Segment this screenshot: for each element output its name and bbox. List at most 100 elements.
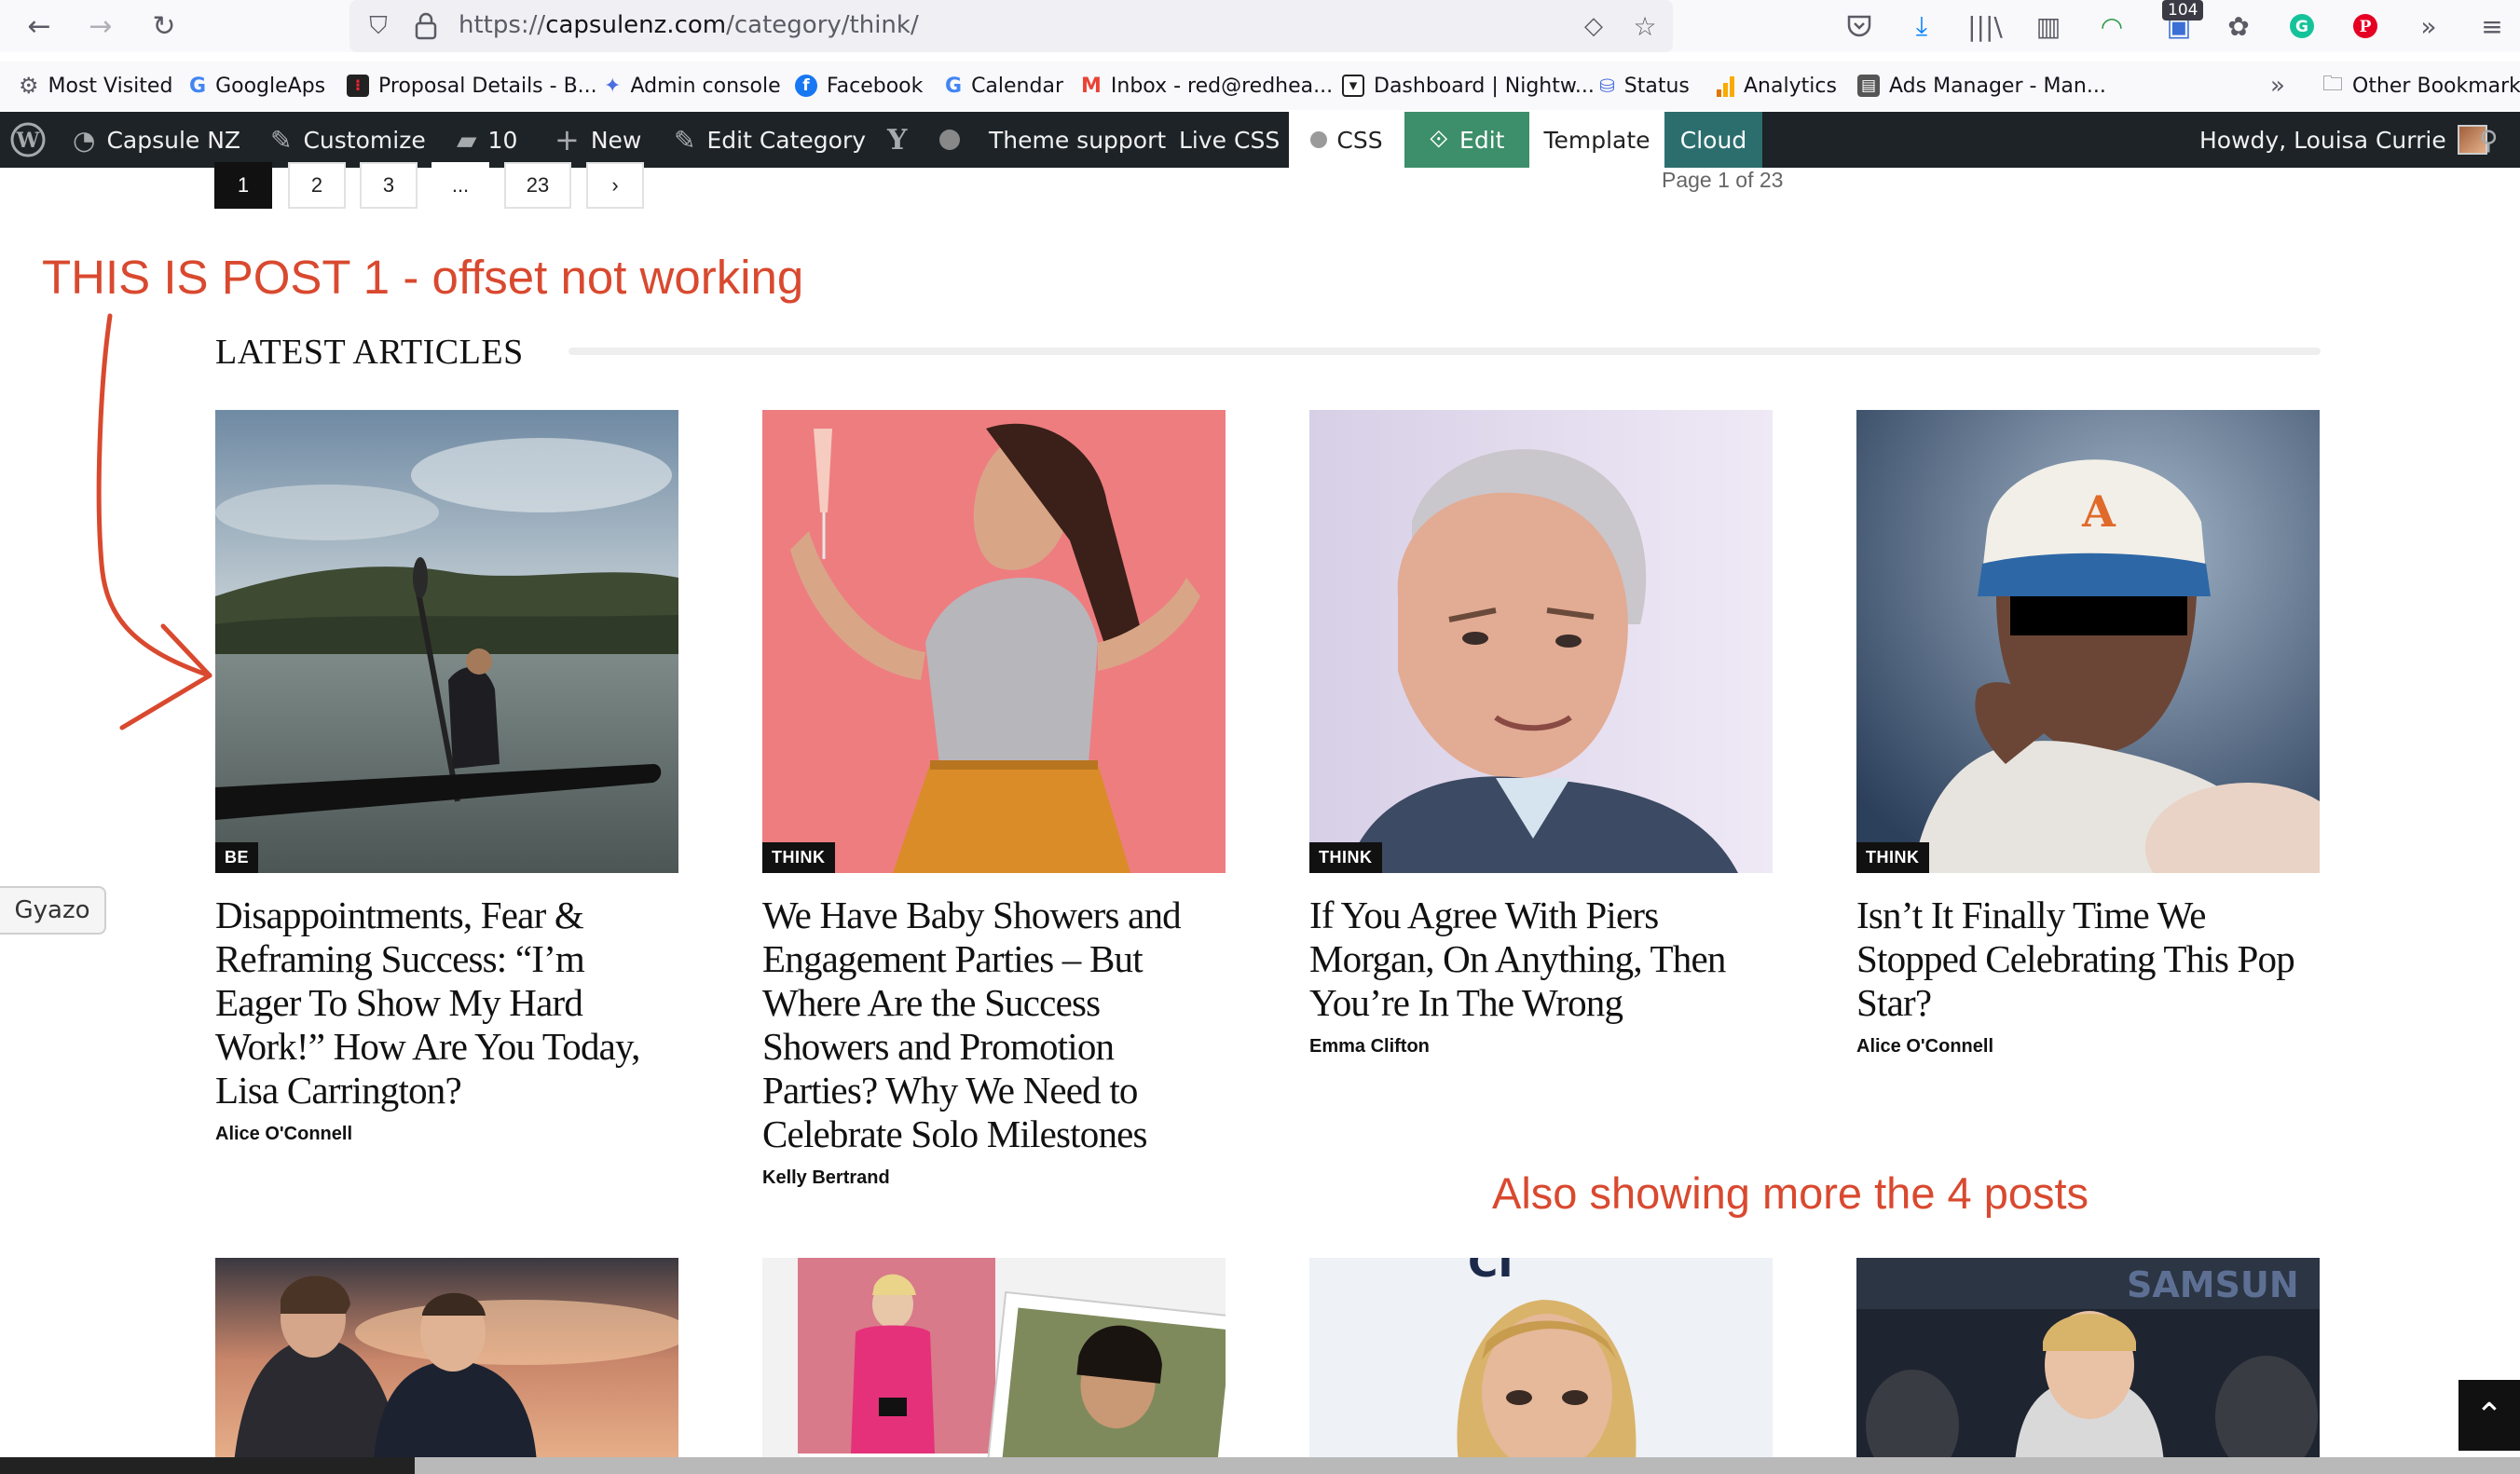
menu-icon[interactable]: ≡ xyxy=(2473,7,2511,45)
bookmark-other[interactable]: 🗀 Other Bookmarks xyxy=(2322,71,2520,101)
theme-support-link[interactable]: Theme support xyxy=(989,112,1166,168)
article-author[interactable]: Alice O'Connell xyxy=(215,1124,678,1145)
article-image-cap-man[interactable]: A THINK xyxy=(1856,410,2320,873)
sidebar-icon[interactable]: ▥ xyxy=(2030,7,2067,45)
url-host: capsulenz.com xyxy=(545,11,727,39)
pocket-icon[interactable] xyxy=(1841,7,1878,45)
my-account-menu[interactable]: Howdy, Louisa Currie xyxy=(2199,112,2487,168)
reload-icon[interactable]: ↻ xyxy=(145,7,183,45)
article-author[interactable]: Emma Clifton xyxy=(1309,1036,1773,1058)
pinterest-icon[interactable]: P xyxy=(2347,7,2384,45)
article-title[interactable]: Disappointments, Fear & Reframing Succes… xyxy=(215,894,678,1112)
category-badge[interactable]: THINK xyxy=(1309,842,1382,873)
bookmark-star-icon[interactable]: ☆ xyxy=(1626,7,1664,45)
gmail-icon: M xyxy=(1081,74,1102,98)
page-ellipsis: ... xyxy=(431,162,489,209)
article-title[interactable]: We Have Baby Showers and Engagement Part… xyxy=(762,894,1226,1156)
seo-status[interactable] xyxy=(939,112,960,168)
download-icon[interactable]: ⤓ xyxy=(1903,7,1940,45)
bookmark-label: GoogleAps xyxy=(215,74,326,98)
article-image-portrait-man[interactable]: THINK xyxy=(1309,410,1773,873)
edit-category-link[interactable]: ✎ Edit Category xyxy=(674,112,866,168)
page-link-1[interactable]: 1 xyxy=(214,162,272,209)
svg-text:W: W xyxy=(16,129,40,153)
article-image-blonde[interactable]: CI xyxy=(1309,1258,1773,1463)
admin-icon: ✦ xyxy=(604,74,622,98)
bookmark-inbox[interactable]: M Inbox - red@redhea... xyxy=(1081,71,1333,101)
article-image-kayak[interactable]: BE xyxy=(215,410,678,873)
overflow-icon[interactable]: » xyxy=(2410,7,2447,45)
yoast-menu[interactable]: Y xyxy=(887,112,907,168)
back-icon[interactable]: ← xyxy=(21,7,58,45)
article-card[interactable]: THINK If You Agree With Piers Morgan, On… xyxy=(1309,410,1773,1058)
category-badge[interactable]: THINK xyxy=(1856,842,1929,873)
translate-icon[interactable]: ✿ xyxy=(2220,7,2257,45)
bookmark-facebook[interactable]: f Facebook xyxy=(795,71,923,101)
bookmark-label: Status xyxy=(1623,74,1690,98)
section-title: LATEST ARTICLES xyxy=(215,333,524,372)
comments-link[interactable]: ▰ 10 xyxy=(457,112,517,168)
library-icon[interactable]: |||\ xyxy=(1966,7,2004,45)
bookmarks-bar: ⚙ Most Visited G GoogleAps ⁝ Proposal De… xyxy=(0,61,2520,110)
category-badge[interactable]: BE xyxy=(215,842,259,873)
gyazo-tab[interactable]: Gyazo xyxy=(0,886,106,935)
page-link-2[interactable]: 2 xyxy=(288,162,346,209)
bookmark-googleaps[interactable]: G GoogleAps xyxy=(189,71,325,101)
article-image-actors[interactable] xyxy=(215,1258,678,1463)
bookmark-dashboard[interactable]: ▾ Dashboard | Nightw... xyxy=(1342,71,1595,101)
horizontal-scrollbar[interactable] xyxy=(0,1457,2520,1474)
annotation-arrow xyxy=(96,313,212,730)
proposal-icon: ⁝ xyxy=(347,75,369,97)
dashboard-gauge-icon: ◔ xyxy=(73,124,96,156)
category-badge[interactable]: THINK xyxy=(762,842,835,873)
bookmark-admin-console[interactable]: ✦ Admin console xyxy=(604,71,781,101)
bookmark-calendar[interactable]: G Calendar xyxy=(945,71,1063,101)
article-card[interactable]: BE Disappointments, Fear & Reframing Suc… xyxy=(215,410,678,1145)
article-title[interactable]: If You Agree With Piers Morgan, On Anyth… xyxy=(1309,894,1773,1025)
article-image-sports[interactable]: SAMSUN xyxy=(1856,1258,2320,1463)
page-action-icon[interactable]: ◇ xyxy=(1575,7,1612,45)
article-card[interactable]: THINK We Have Baby Showers and Engagemen… xyxy=(762,410,1226,1189)
article-image-celebration[interactable]: THINK xyxy=(762,410,1226,873)
google-icon: G xyxy=(945,74,963,98)
url-text[interactable]: https://capsulenz.com/category/think/ xyxy=(459,11,919,39)
bookmark-analytics[interactable]: Analytics xyxy=(1717,71,1837,101)
site-name-menu[interactable]: ◔ Capsule NZ xyxy=(73,112,240,168)
bookmarks-overflow[interactable]: » xyxy=(2270,71,2285,101)
edit-diamond-icon: ⟐ xyxy=(1429,125,1449,154)
article-image-collage[interactable] xyxy=(762,1258,1226,1463)
search-toggle[interactable]: ⚲ xyxy=(2479,112,2499,168)
wp-logo[interactable]: W xyxy=(9,112,47,168)
page-link-3[interactable]: 3 xyxy=(360,162,418,209)
customize-link[interactable]: ✎ Customize xyxy=(270,112,426,168)
bookmark-proposal[interactable]: ⁝ Proposal Details - B... xyxy=(347,71,597,101)
bookmark-ads-manager[interactable]: ▤ Ads Manager - Man... xyxy=(1857,71,2106,101)
page-link-23[interactable]: 23 xyxy=(504,162,571,209)
article-author[interactable]: Alice O'Connell xyxy=(1856,1036,2320,1058)
edit-tab[interactable]: ⟐ Edit xyxy=(1404,112,1529,168)
url-prefix: https:// xyxy=(459,11,546,39)
forward-icon[interactable]: → xyxy=(82,7,119,45)
new-content-menu[interactable]: + New xyxy=(555,112,641,168)
bookmark-most-visited[interactable]: ⚙ Most Visited xyxy=(19,71,172,101)
lock-icon[interactable] xyxy=(407,7,445,45)
shield-icon[interactable]: ⛉ xyxy=(360,7,397,45)
brush-icon: ✎ xyxy=(270,124,293,156)
ads-icon: ▤ xyxy=(1857,75,1880,97)
css-tab[interactable]: CSS xyxy=(1289,112,1404,168)
article-card[interactable]: A THINK Isn’t It Finally Time We Stopped… xyxy=(1856,410,2320,1058)
next-page-button[interactable]: › xyxy=(586,162,644,209)
browser-toolbar: ← → ↻ ⛉ https://capsulenz.com/category/t… xyxy=(0,0,2520,52)
section-divider xyxy=(568,348,2321,355)
live-css-link[interactable]: Live CSS xyxy=(1179,112,1280,168)
back-to-top-button[interactable]: ⌃ xyxy=(2458,1380,2520,1451)
template-tab[interactable]: Template xyxy=(1529,112,1664,168)
grammarly-icon[interactable]: G xyxy=(2283,7,2321,45)
template-label: Template xyxy=(1543,126,1650,154)
article-author[interactable]: Kelly Bertrand xyxy=(762,1167,1226,1189)
article-title[interactable]: Isn’t It Finally Time We Stopped Celebra… xyxy=(1856,894,2320,1025)
bookmark-status[interactable]: ⛁ Status xyxy=(1599,71,1690,101)
extension-icon[interactable]: ◠ xyxy=(2093,7,2130,45)
cloud-tab[interactable]: Cloud xyxy=(1664,112,1762,168)
scrollbar-thumb[interactable] xyxy=(0,1457,415,1474)
